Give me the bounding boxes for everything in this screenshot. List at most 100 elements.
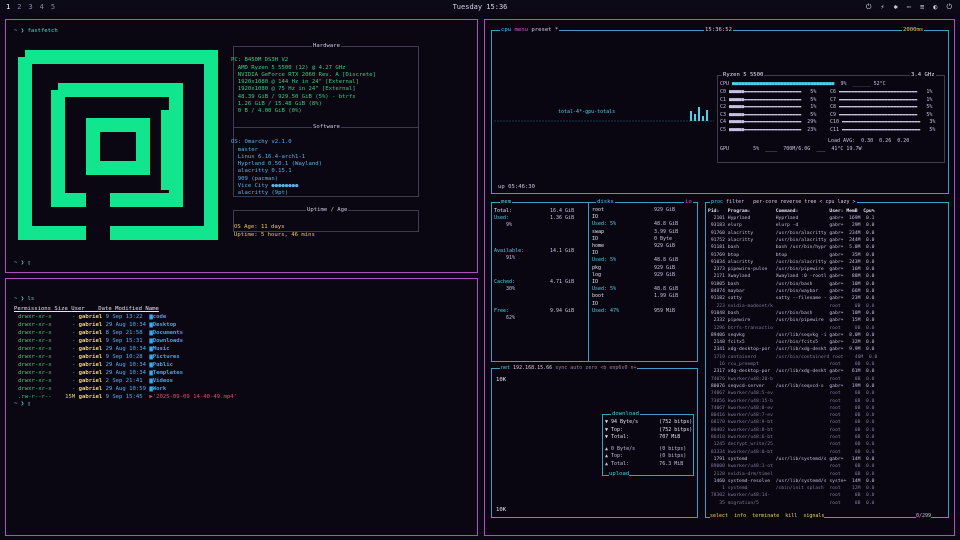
- fastfetch-terminal[interactable]: ~ ❯ fastfetch Hardware PC: B450M DS3H V2…: [5, 19, 478, 273]
- list-item: drwxr-xr-x - gabriel 29 Aug 10:34 ▆Music: [18, 346, 170, 352]
- process-row: 84874 maybar /usr/bin/waybar gabr+ 66M 0…: [708, 289, 875, 294]
- process-row: 86418 kworker/u48:6-bt root 0B 0.0: [708, 435, 875, 440]
- list-item: drwxr-xr-x - gabriel 9 Sep 15:31 ▆Downlo…: [18, 338, 184, 344]
- process-row: 91752 alacritty /usr/bin/alacritty gabr+…: [708, 237, 875, 243]
- prompt-line-2[interactable]: ~ ❯ ▯: [14, 260, 31, 266]
- list-item: drwxr-xr-x - gabriel 29 Aug 10:34 ▆Deskt…: [18, 322, 177, 328]
- process-row: 80416 kworker/u48:7-ev root 0B 0.0: [708, 413, 875, 419]
- top-bar: 1 2 3 4 5 Tuesday 15:36 ⏻ ⚡ ✱ ⋯ ≡ ◐ ⏻: [0, 0, 960, 13]
- list-item: drwxr-xr-x - gabriel 29 Aug 10:59 ▆Work: [18, 386, 167, 392]
- mem-row: Available: 14.1 GiB: [494, 248, 575, 254]
- tray-bluetooth-icon[interactable]: ✱: [894, 3, 898, 12]
- process-row: 78302 kworker/u48:14- root 0B 0.0: [708, 493, 875, 499]
- process-row: 74076 kworker/u48:20-b root 0B 0.0: [708, 376, 875, 382]
- tray-cpu-icon[interactable]: ◐: [933, 3, 937, 12]
- hardware-info: PC: B450M DS3H V2 AMD Ryzen 5 5500 (12) …: [231, 57, 376, 115]
- list-item: .rw-r--r-- 15M gabriel 9 Sep 15:45 ▶'202…: [18, 394, 237, 400]
- clock[interactable]: Tuesday 15:36: [0, 3, 960, 11]
- ls-terminal[interactable]: ~ ❯ ls Permissions Size User Date Modifi…: [5, 278, 478, 536]
- cpu-core: C0 ■■■■■▬▬▬▬▬▬▬▬▬▬▬▬▬▬▬▬▬▬▬ 5%: [720, 89, 817, 95]
- process-row: 2317 xdg-desktop-por /usr/lib/xdg-deskt …: [708, 369, 875, 375]
- load-average: Load AVG: 0.30 0.26 0.20: [828, 138, 910, 144]
- net-row: ▲ Total: 76.3 MiB: [605, 460, 684, 467]
- process-row: 2373 pipewire-pulse /usr/bin/pipewire ga…: [708, 267, 875, 273]
- tray-network-icon[interactable]: ⋯: [907, 3, 911, 12]
- process-row: 1296 btrfs-transactio root 0B 0.0: [708, 325, 875, 331]
- disk-row: Used: 47% 959 MiB: [592, 307, 676, 314]
- process-row: 2148 fcitx5 /usr/bin/fcitx5 gabr+ 32M 0.…: [708, 340, 875, 346]
- cpu-clock: 15:36:52: [704, 27, 733, 33]
- process-row: 1245 decrypt_write/25 root 0B 0.0: [708, 442, 875, 448]
- process-row: 74067 kworker/u48:5-ev root 0B 0.0: [708, 391, 875, 397]
- prompt-line: ~ ❯ fastfetch: [14, 28, 58, 34]
- mem-row: Used: 1.36 GiB: [494, 215, 575, 221]
- disk-row: IO: [592, 250, 599, 257]
- disk-row: log 929 GiB: [592, 271, 676, 278]
- process-row: 73056 kworker/u48:15-b root 0B 0.0: [708, 398, 875, 404]
- cpu-core: C11 ▬▬▬▬▬▬▬▬▬▬▬▬▬▬▬▬▬▬▬▬▬▬▬▬▬▬ 5%: [830, 126, 936, 133]
- preset-button[interactable]: preset *: [531, 27, 558, 33]
- process-row: 89000 kworker/u48:1-ot root 0B 0.0: [708, 464, 875, 470]
- net-stats-box: download ▼ 94 Byte/s (752 bitps) ▼ Top: (…: [602, 411, 694, 477]
- list-item: drwxr-xr-x - gabriel 9 Sep 10:28 ▆Pictur…: [18, 354, 180, 360]
- ls-prompt-2[interactable]: ~ ❯ ▯: [14, 401, 31, 407]
- disk-row: IO: [592, 300, 599, 307]
- proc-count: 0/299: [916, 513, 932, 519]
- ls-prompt: ~ ❯ ls: [14, 296, 35, 302]
- system-tray: ⏻ ⚡ ✱ ⋯ ≡ ◐ ⏻: [866, 3, 952, 12]
- process-row: 80402 kworker/u48:8-bt root 0B 0.0: [708, 427, 875, 433]
- process-row: 74067 kworker/u48:0-ev root 0B 0.0: [708, 405, 875, 411]
- disk-row: home 929 GiB: [592, 243, 676, 249]
- mem-box: mem disks io Total: 16.4 GiB Used: 1.36 GiB…: [491, 199, 698, 362]
- list-item: drwxr-xr-x - gabriel 8 Sep 21:58 ▆Docume…: [18, 330, 184, 336]
- process-row: 91048 bash /usr/bin/bash gabr+ 10M 0.0: [708, 310, 875, 316]
- cpu-graph: [494, 107, 714, 122]
- ls-header: Permissions Size User Date Modified Name: [14, 306, 159, 312]
- list-item: drwxr-xr-x - gabriel 29 Aug 10:34 ▆Publi…: [18, 362, 173, 368]
- cpu-core: C1 ■■■■■▬▬▬▬▬▬▬▬▬▬▬▬▬▬▬▬▬▬▬ 5%: [720, 96, 817, 103]
- mem-row: Free: 9.94 GiB: [494, 308, 575, 314]
- net-row: ▲ 0 Byte/s (0 bitps): [605, 445, 687, 452]
- cpu-core: C3 ■■■■■▬▬▬▬▬▬▬▬▬▬▬▬▬▬▬▬▬▬▬ 5%: [720, 111, 817, 118]
- update-interval[interactable]: 2000ms: [902, 27, 925, 33]
- mem-row: Cached: 4.71 GiB: [494, 279, 575, 285]
- btop-window[interactable]: cpu menu preset * 15:36:52 2000ms total-…: [484, 19, 955, 536]
- cpu-core: C4 ■■■■■▬▬▬▬▬▬▬▬▬▬▬▬▬▬▬▬▬▬▬ 29%: [720, 119, 817, 125]
- cpu-core: C9 ▬▬▬▬▬▬▬▬▬▬▬▬▬▬▬▬▬▬▬▬▬▬▬▬▬▬ 5%: [830, 111, 933, 118]
- disk-row: root 929 GiB: [592, 207, 676, 213]
- tray-volume-icon[interactable]: ≡: [920, 3, 924, 12]
- process-row: 91760 alacritty /usr/bin/alacritty gabr+…: [708, 230, 875, 236]
- mem-row: Total: 16.4 GiB: [494, 208, 575, 214]
- process-row: 223 nvidia-modeset/k root 0B 0.0: [708, 303, 875, 309]
- net-row: ▼ Total: 707 MiB: [605, 434, 681, 440]
- process-row: 91034 alacritty /usr/bin/alacritty gabr+…: [708, 259, 875, 265]
- process-row: 35 migration/5 root 0B 0.0: [708, 500, 875, 506]
- disk-row: swap 3.99 GiB: [592, 228, 679, 235]
- cpu-core: C7 ▬▬▬▬▬▬▬▬▬▬▬▬▬▬▬▬▬▬▬▬▬▬▬▬▬▬ 1%: [830, 96, 933, 103]
- cpu-core: C2 ■■■■■▬▬▬▬▬▬▬▬▬▬▬▬▬▬▬▬▬▬▬ 1%: [720, 104, 817, 110]
- net-row: ▼ Top: (752 bitps): [605, 426, 693, 433]
- tray-menu-icon[interactable]: ⏻: [946, 3, 952, 12]
- process-row: 91181 bash bash /usr/bin/hypr gabr+ 5.0M…: [708, 245, 875, 251]
- list-item: drwxr-xr-x - gabriel 29 Aug 10:34 ▆Templ…: [18, 370, 184, 376]
- tray-power-icon[interactable]: ⏻: [866, 3, 872, 12]
- disk-row: Used: 5% 48.8 GiB: [592, 286, 679, 293]
- net-row: ▼ 94 Byte/s (752 bitps): [605, 419, 693, 425]
- cpu-cores-box: Ryzen 5 5500 3.4 GHz CPU ■■■■■■■■■■■■■■■…: [717, 72, 945, 163]
- gpu-line: GPU 5% ____ 700M/6.0G ___ 41°C 19.7W: [720, 146, 862, 152]
- process-row: 91805 bash /usr/bin/bash gabr+ 10M 0.0: [708, 281, 875, 287]
- software-info: OS: Omarchy v2.1.0 master Linux 6.16.4-a…: [231, 139, 322, 197]
- process-row: 2171 Xwayland Xwayland :0 -rootl gabr+ 8…: [708, 274, 875, 280]
- process-row: 2128 nvidia-drm/timel root 0B 0.0: [708, 471, 875, 477]
- menu-button[interactable]: menu: [514, 27, 527, 33]
- proc-footer[interactable]: select info terminate kill signals: [710, 513, 825, 519]
- process-row: 1460 systemd-resolve /usr/lib/systemd/s …: [708, 478, 875, 484]
- process-row: 16 rcu_preempt root 0B 0.0: [708, 362, 875, 367]
- proc-header: Pid: Program: Command: User: MemB Cpu%: [708, 209, 875, 214]
- cpu-core: C10 ▬▬▬▬▬▬▬▬▬▬▬▬▬▬▬▬▬▬▬▬▬▬▬▬▬▬ 3%: [830, 119, 936, 125]
- process-row: 2341 xdg-desktop-por /usr/lib/xdg-deskt …: [708, 347, 875, 353]
- process-row: 1 systemd /sbin/init splash root 12M 0.0: [708, 486, 875, 492]
- tray-update-icon[interactable]: ⚡: [880, 3, 884, 12]
- gpu-graph-label: total-4*-gpu-totals: [558, 109, 616, 115]
- process-row: 80076 seqvcd-server /usr/lib/seqvcd-s ga…: [708, 383, 875, 389]
